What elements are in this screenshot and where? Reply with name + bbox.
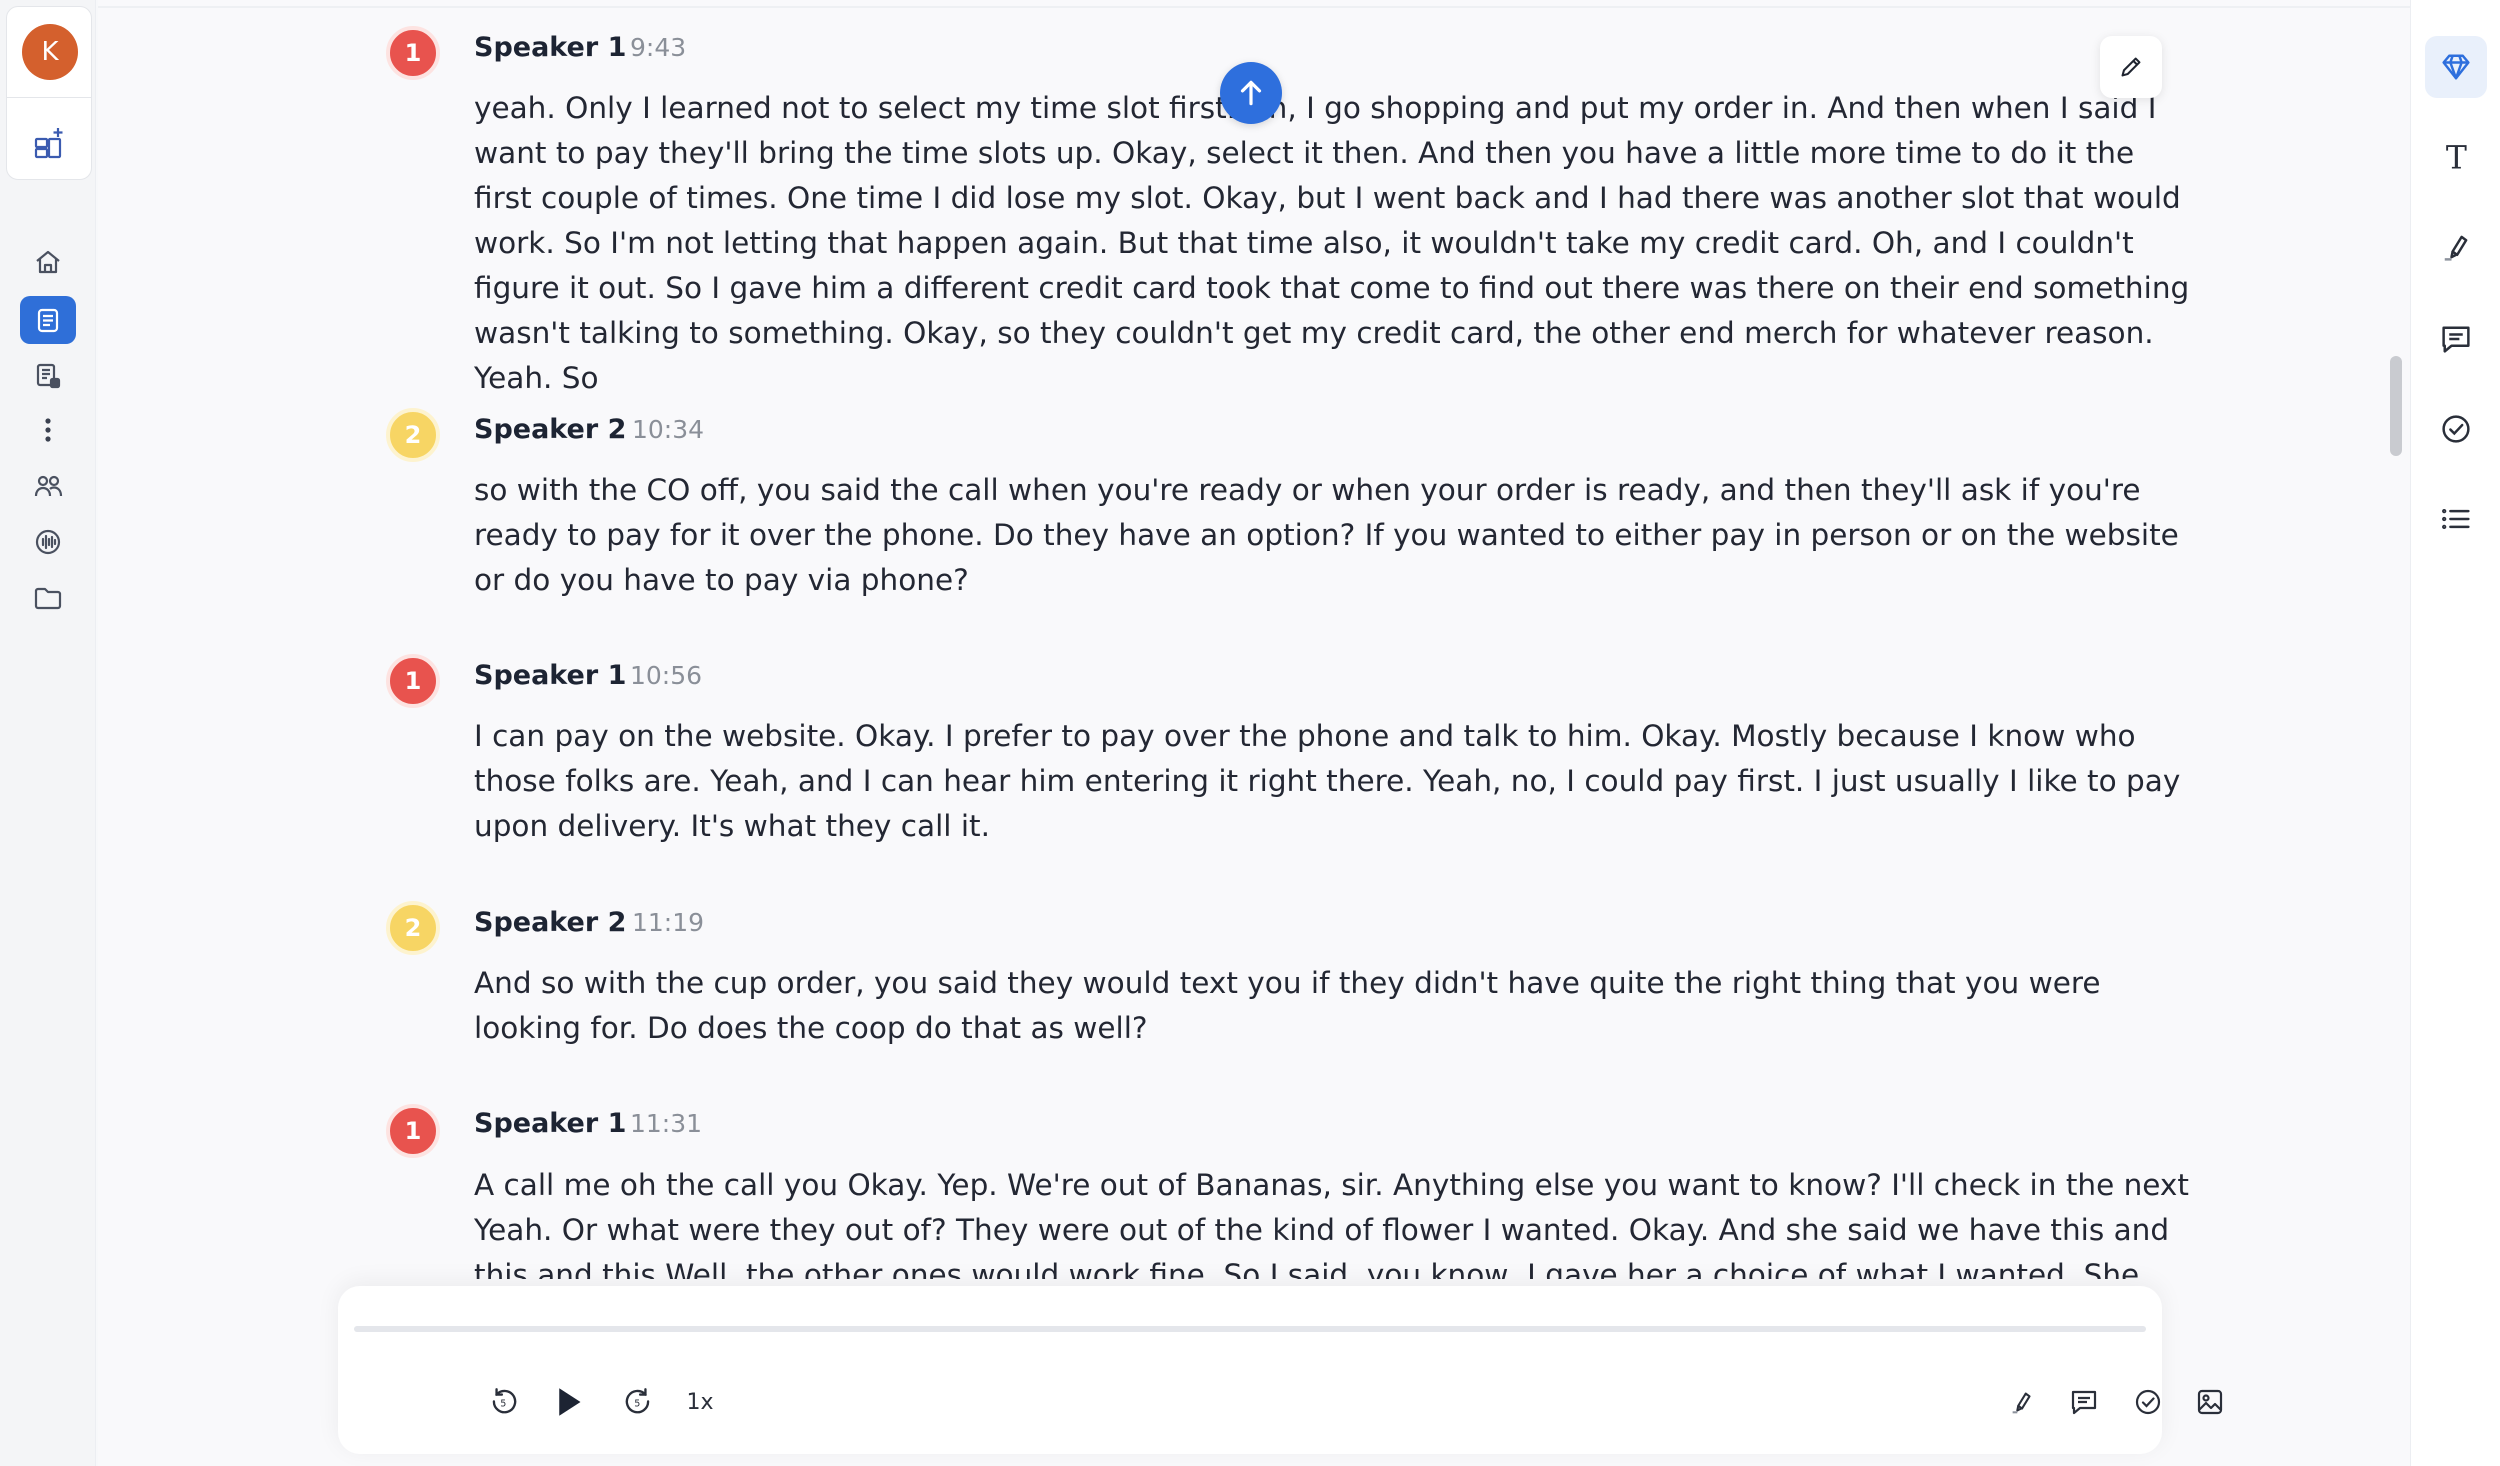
speaker-name[interactable]: Speaker 1 [474,32,626,63]
speaker-name[interactable]: Speaker 1 [474,660,626,691]
timestamp[interactable]: 10:56 [630,661,702,690]
people-icon[interactable] [20,462,76,510]
timestamp[interactable]: 11:31 [630,1109,702,1138]
arrow-up-icon [1240,80,1262,106]
speaker-name[interactable]: Speaker 2 [474,907,626,938]
timestamp[interactable]: 9:43 [630,33,686,62]
divider [7,97,91,98]
svg-text:5: 5 [634,1398,640,1409]
scroll-to-top-button[interactable] [1220,62,1282,124]
progress-bar[interactable] [354,1326,2146,1332]
speaker-badge: 1 [386,26,440,80]
audio-player: 5 5 1x [338,1286,2223,1454]
speaker-badge: 1 [386,654,440,708]
timestamp[interactable]: 10:34 [632,415,704,444]
text-icon[interactable]: T [2425,126,2487,188]
audio-icon[interactable] [20,518,76,566]
segment-text[interactable]: And so with the cup order, you said they… [474,961,2194,1051]
speaker-badge: 1 [386,1104,440,1158]
pencil-icon [2121,57,2141,77]
add-workspace-icon[interactable] [32,125,68,161]
edit-button[interactable] [2100,36,2162,98]
check-circle-icon[interactable] [2425,398,2487,460]
transcript-icon[interactable] [20,296,76,344]
highlighter-icon[interactable] [2425,216,2487,278]
account-card: K [6,6,92,180]
speaker-badge: 2 [386,901,440,955]
rewind-5-icon[interactable]: 5 [480,1378,528,1426]
speaker-name[interactable]: Speaker 2 [474,414,626,445]
segment-text[interactable]: I can pay on the website. Okay. I prefer… [474,714,2194,849]
highlight-icon[interactable] [1998,1378,2046,1426]
scrollbar[interactable] [2390,356,2402,456]
segment-text[interactable]: yeah. Only I learned not to select my ti… [474,86,2194,401]
diamond-icon[interactable] [2425,36,2487,98]
transcript: 1 Speaker 1 9:43 yeah. Only I learned no… [98,0,2410,1466]
segment-text[interactable]: so with the CO off, you said the call wh… [474,468,2194,603]
more-vertical-icon[interactable] [20,406,76,454]
svg-text:5: 5 [500,1398,506,1409]
play-icon[interactable] [544,1378,592,1426]
transcript-panel: 1 Speaker 1 9:43 yeah. Only I learned no… [98,0,2410,1466]
image-icon[interactable] [2186,1378,2234,1426]
svg-text:T: T [2446,140,2467,175]
left-nav-rail: K [0,0,96,1466]
list-icon[interactable] [2425,488,2487,550]
segment-text[interactable]: A call me oh the call you Okay. Yep. We'… [474,1163,2194,1279]
timestamp[interactable]: 11:19 [632,908,704,937]
notes-list-icon[interactable] [20,352,76,400]
check-circle-icon[interactable] [2124,1378,2172,1426]
comment-icon[interactable] [2060,1378,2108,1426]
forward-5-icon[interactable]: 5 [614,1378,662,1426]
right-tool-rail: T [2410,0,2500,1466]
comment-icon[interactable] [2425,308,2487,370]
speaker-badge: 2 [386,408,440,462]
folder-icon[interactable] [20,574,76,622]
playback-speed-button[interactable]: 1x [676,1378,724,1426]
home-icon[interactable] [20,238,76,286]
avatar[interactable]: K [22,24,78,80]
speaker-name[interactable]: Speaker 1 [474,1108,626,1139]
